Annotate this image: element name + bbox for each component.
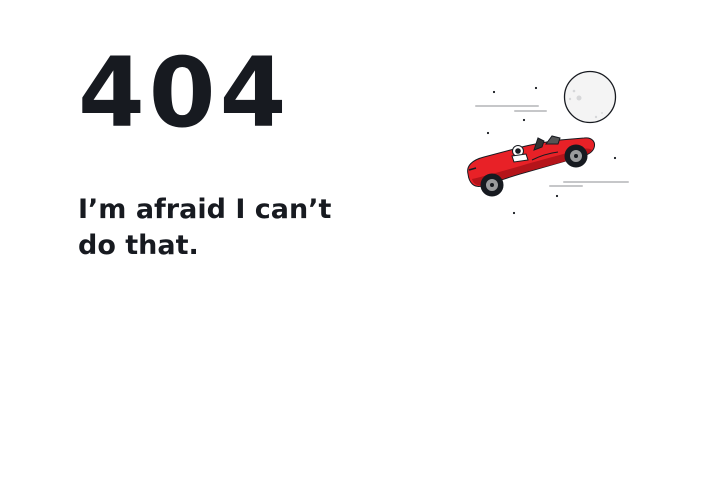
error-message: I’m afraid I can’t do that. <box>78 194 332 261</box>
error-page: 404 I’m afraid I can’t do that. <box>0 0 720 480</box>
roadster-in-space-illustration <box>467 70 629 215</box>
moon-icon <box>563 70 617 124</box>
error-code: 404 <box>78 37 291 149</box>
